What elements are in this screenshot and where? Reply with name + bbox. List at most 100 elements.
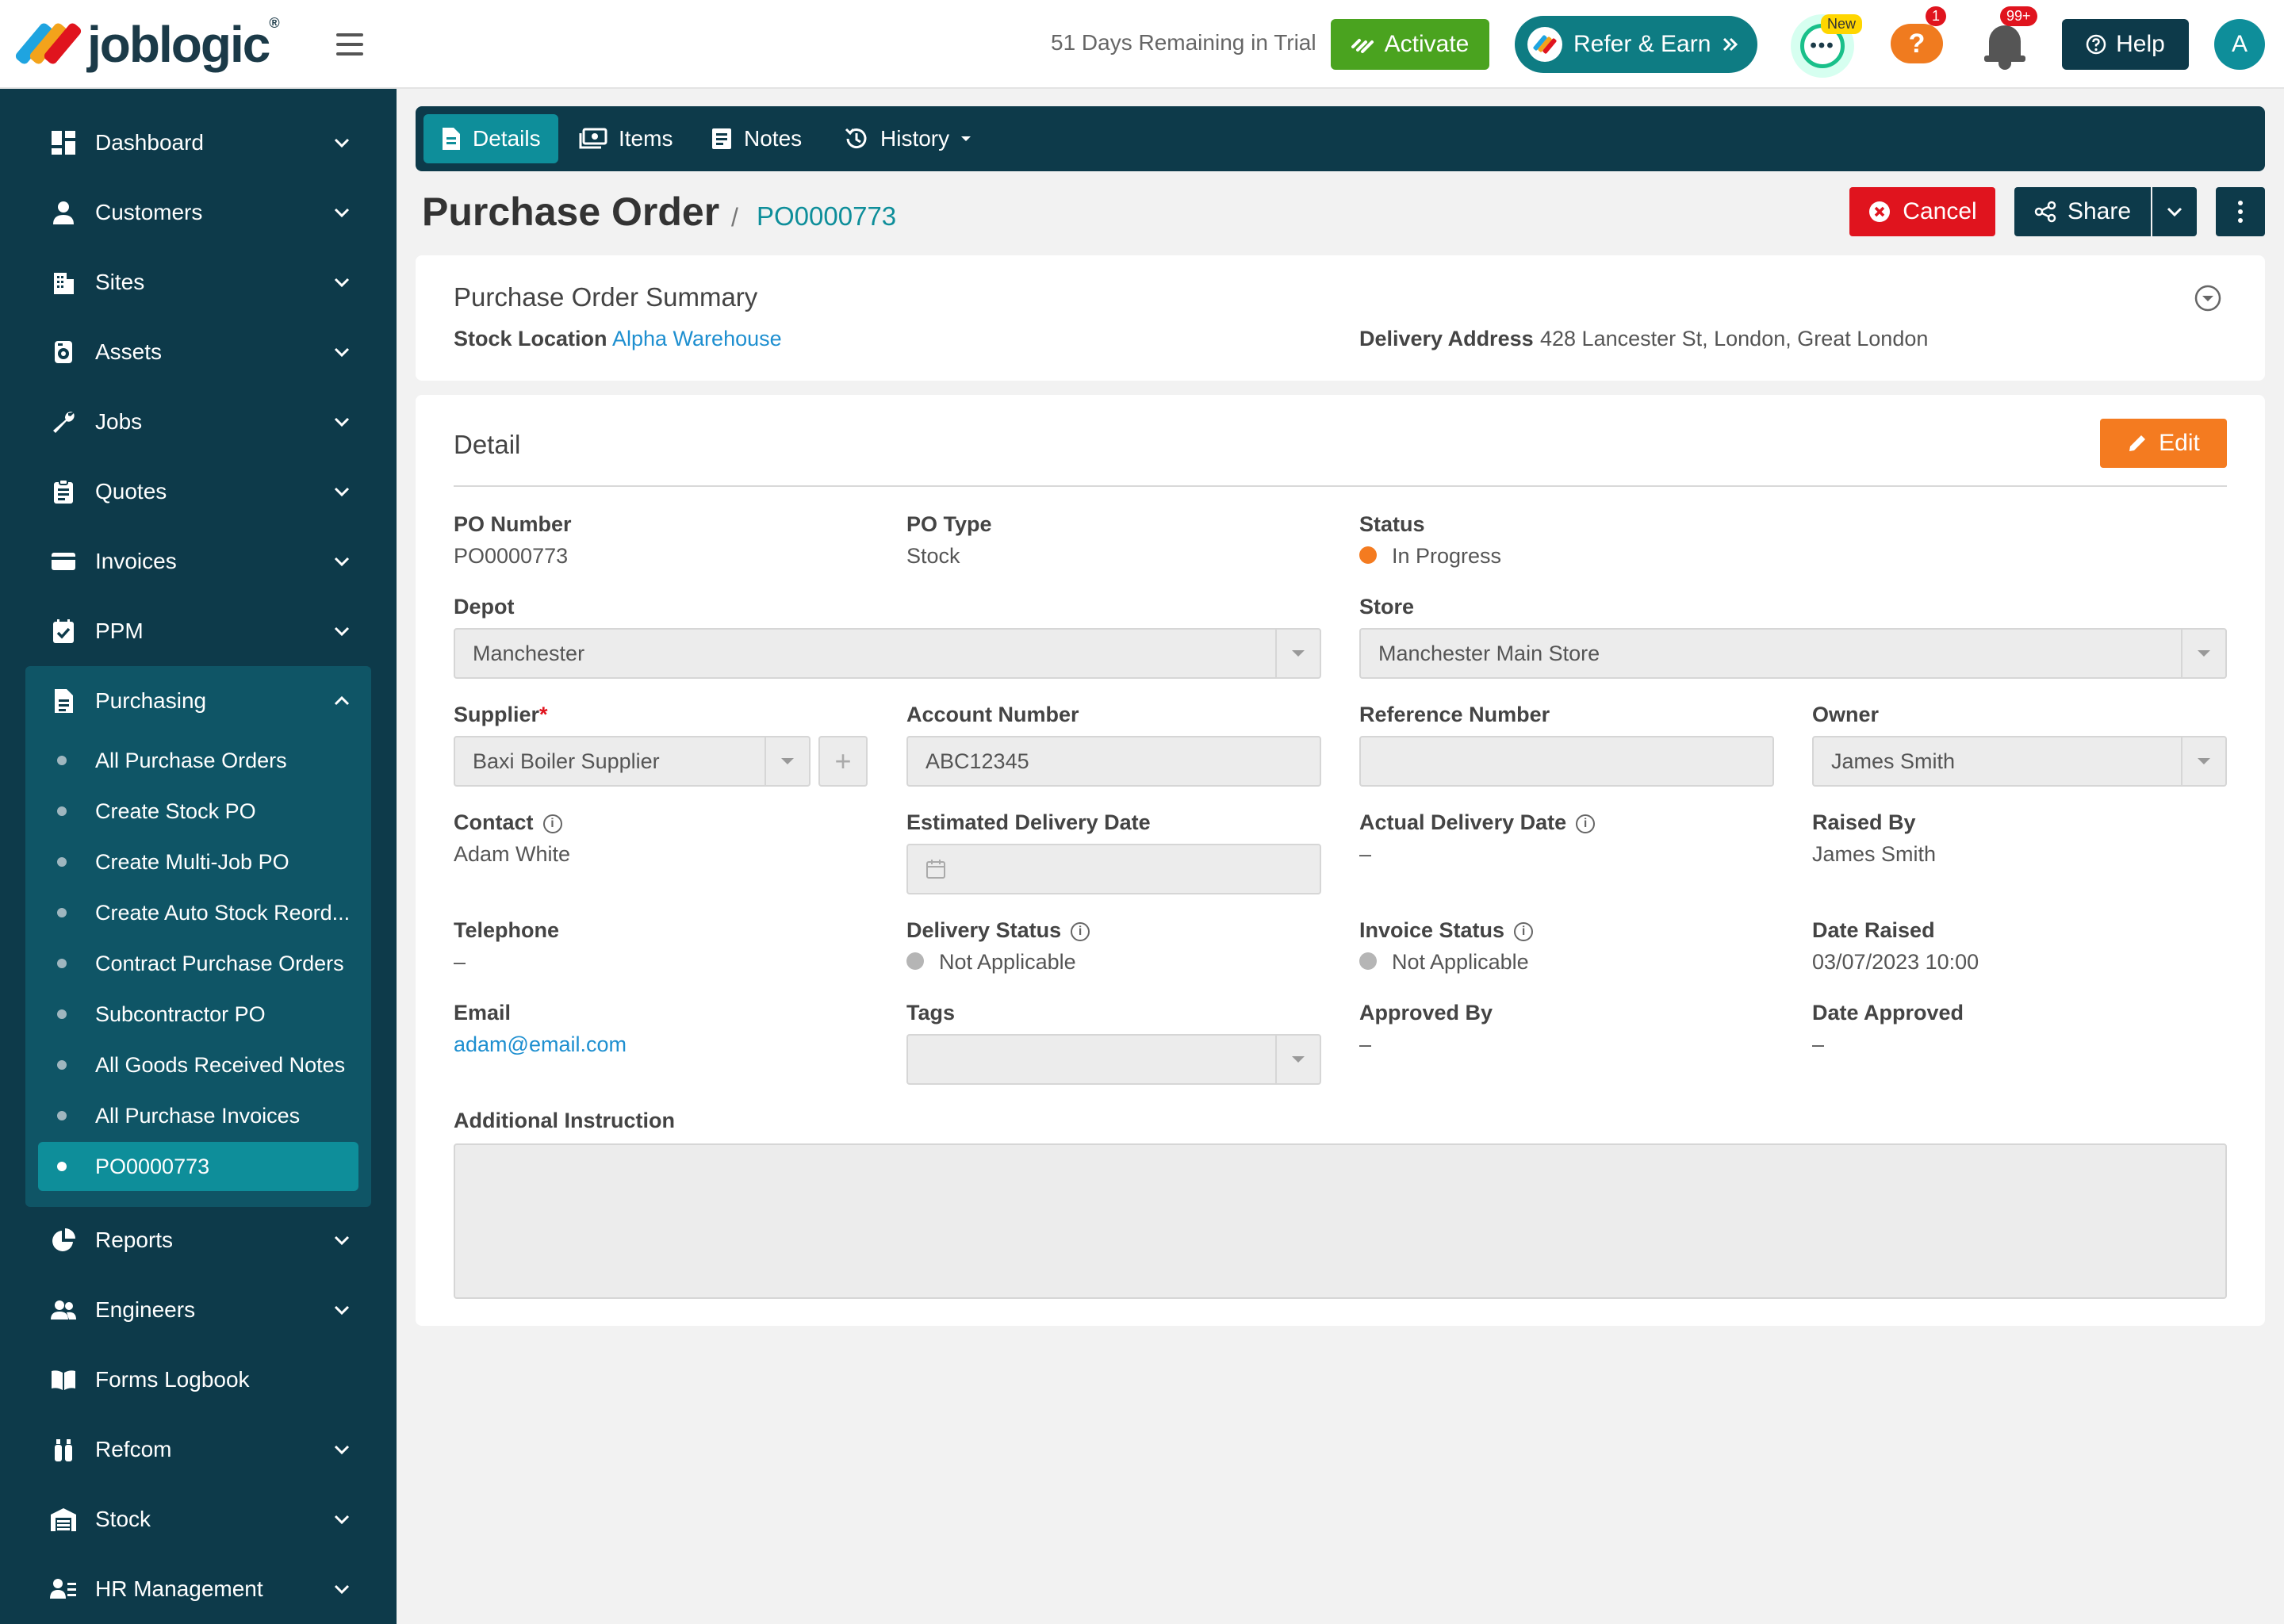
tab-details[interactable]: Details xyxy=(423,114,558,163)
activate-label: Activate xyxy=(1384,31,1470,57)
activate-button[interactable]: Activate xyxy=(1331,19,1489,70)
sidebar-item-refcom[interactable]: Refcom xyxy=(0,1415,397,1484)
share-button[interactable]: Share xyxy=(2014,187,2151,236)
refer-earn-button[interactable]: Refer & Earn xyxy=(1515,16,1757,73)
sidebar-item-hr-management[interactable]: HR Management xyxy=(0,1554,397,1624)
sidebar-item-purchasing[interactable]: Purchasing xyxy=(0,666,397,736)
help-question-icon[interactable]: ? xyxy=(1891,24,1943,63)
sidebar-item-sites[interactable]: Sites xyxy=(0,247,397,317)
sidebar-sub-item-create-stock-po[interactable]: Create Stock PO xyxy=(38,787,358,836)
required-asterisk: * xyxy=(539,703,548,726)
sidebar-item-stock[interactable]: Stock xyxy=(0,1484,397,1554)
sidebar-sub-item-subcontractor-po[interactable]: Subcontractor PO xyxy=(38,990,358,1039)
date-raised-value: 03/07/2023 10:00 xyxy=(1812,950,1979,974)
sidebar-item-label: Quotes xyxy=(95,479,167,504)
share-dropdown-button[interactable] xyxy=(2152,187,2197,236)
tab-items[interactable]: Items xyxy=(561,114,690,163)
chevron-down-icon xyxy=(333,622,351,640)
status-value: In Progress xyxy=(1392,544,1502,568)
document-icon xyxy=(443,128,460,150)
sidebar-sub-item-current-po[interactable]: PO0000773 xyxy=(38,1142,358,1191)
telephone-label: Telephone xyxy=(454,918,560,942)
user-avatar[interactable]: A xyxy=(2214,19,2265,70)
account-number-label: Account Number xyxy=(906,703,1079,726)
sidebar-item-label: Forms Logbook xyxy=(95,1367,250,1392)
sidebar-item-customers[interactable]: Customers xyxy=(0,178,397,247)
store-select[interactable]: Manchester Main Store xyxy=(1359,628,2227,679)
refer-earn-label: Refer & Earn xyxy=(1573,31,1711,57)
help-button[interactable]: Help xyxy=(2062,19,2189,70)
calendar-icon xyxy=(926,860,945,879)
add-supplier-button[interactable]: + xyxy=(818,736,868,787)
notification-bell-icon[interactable] xyxy=(1983,21,2027,70)
estimated-delivery-date-input[interactable] xyxy=(906,844,1321,894)
delivery-status-label: Delivery Status i xyxy=(906,918,1090,943)
sub-item-label: All Goods Received Notes xyxy=(95,1052,346,1077)
refer-logo-icon xyxy=(1527,27,1562,62)
info-icon[interactable]: i xyxy=(1576,814,1596,833)
logo-mark-icon xyxy=(13,17,83,71)
sidebar-sub-item-contract-purchase-orders[interactable]: Contract Purchase Orders xyxy=(38,939,358,988)
owner-select[interactable]: James Smith xyxy=(1812,736,2227,787)
additional-instruction-textarea[interactable] xyxy=(454,1143,2227,1299)
hamburger-menu-icon[interactable] xyxy=(336,33,363,56)
invoice-status-dot xyxy=(1359,952,1377,970)
edit-button[interactable]: Edit xyxy=(2100,419,2227,468)
sidebar-item-reports[interactable]: Reports xyxy=(0,1205,397,1275)
sidebar-item-ppm[interactable]: PPM xyxy=(0,596,397,666)
note-icon xyxy=(712,128,731,149)
sidebar-item-invoices[interactable]: Invoices xyxy=(0,527,397,596)
breadcrumb-separator: / xyxy=(731,203,738,232)
tab-notes[interactable]: Notes xyxy=(693,114,819,163)
reference-number-input[interactable] xyxy=(1359,736,1774,787)
summary-title: Purchase Order Summary xyxy=(454,282,758,312)
additional-instruction-label: Additional Instruction xyxy=(454,1109,675,1132)
more-options-icon[interactable] xyxy=(2216,187,2265,236)
stock-location-link[interactable]: Alpha Warehouse xyxy=(612,327,782,351)
po-number-label: PO Number xyxy=(454,512,572,536)
sidebar-sub-item-all-purchase-orders[interactable]: All Purchase Orders xyxy=(38,736,358,785)
history-icon xyxy=(845,128,867,149)
sidebar-item-engineers[interactable]: Engineers xyxy=(0,1275,397,1345)
supplier-label: Supplier* xyxy=(454,703,548,726)
sidebar-sub-item-create-multi-job-po[interactable]: Create Multi-Job PO xyxy=(38,837,358,887)
sidebar-item-assets[interactable]: Assets xyxy=(0,317,397,387)
joblogic-logo[interactable]: joblogic® xyxy=(13,15,280,73)
depot-label: Depot xyxy=(454,595,515,619)
owner-label: Owner xyxy=(1812,703,1880,726)
tab-label: History xyxy=(880,126,950,151)
sidebar-item-label: Stock xyxy=(95,1507,151,1531)
cancel-label: Cancel xyxy=(1903,198,1977,224)
sidebar-item-jobs[interactable]: Jobs xyxy=(0,387,397,457)
collapse-toggle-icon[interactable] xyxy=(2194,284,2222,316)
email-link[interactable]: adam@email.com xyxy=(454,1032,627,1057)
sidebar-sub-item-all-goods-received-notes[interactable]: All Goods Received Notes xyxy=(38,1040,358,1090)
sidebar-item-quotes[interactable]: Quotes xyxy=(0,457,397,527)
cancel-x-circle-icon xyxy=(1869,201,1891,222)
info-icon[interactable]: i xyxy=(1514,921,1534,941)
sidebar-item-label: Assets xyxy=(95,339,163,364)
info-icon[interactable]: i xyxy=(1071,921,1090,941)
question-circle-icon xyxy=(2086,34,2106,55)
supplier-select[interactable]: Baxi Boiler Supplier xyxy=(454,736,811,787)
sidebar-sub-item-create-auto-stock-reorder[interactable]: Create Auto Stock Reord... xyxy=(38,888,358,937)
sidebar-item-forms-logbook[interactable]: Forms Logbook xyxy=(0,1345,397,1415)
share-icon xyxy=(2034,201,2056,223)
account-number-input[interactable]: ABC12345 xyxy=(906,736,1321,787)
sidebar-item-label: Refcom xyxy=(95,1437,172,1461)
depot-select[interactable]: Manchester xyxy=(454,628,1321,679)
date-raised-label: Date Raised xyxy=(1812,918,1935,942)
tags-select[interactable] xyxy=(906,1034,1321,1085)
delivery-status-dot xyxy=(906,952,924,970)
sidebar-sub-item-all-purchase-invoices[interactable]: All Purchase Invoices xyxy=(38,1091,358,1140)
top-bar: joblogic® 51 Days Remaining in Trial Act… xyxy=(0,0,2284,89)
po-type-value: Stock xyxy=(906,544,960,568)
chevron-down-icon xyxy=(333,274,351,291)
new-badge: New xyxy=(1821,14,1863,34)
telephone-value: – xyxy=(454,950,466,974)
tab-label: Details xyxy=(473,126,541,151)
info-icon[interactable]: i xyxy=(542,814,562,833)
cancel-button[interactable]: Cancel xyxy=(1849,187,1995,236)
sidebar-item-dashboard[interactable]: Dashboard xyxy=(0,108,397,178)
tab-history[interactable]: History xyxy=(826,114,989,163)
